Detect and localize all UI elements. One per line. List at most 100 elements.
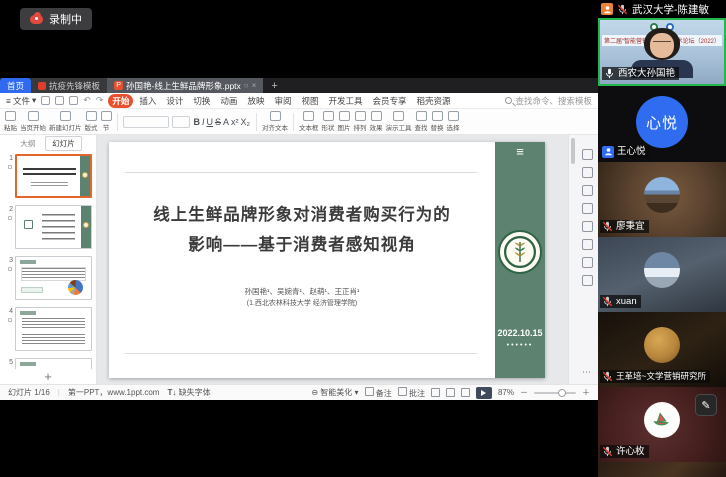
- pie-chart-thumbnail: [68, 280, 83, 295]
- tab-slides[interactable]: 幻灯片: [45, 136, 82, 151]
- slide-thumbnail-4[interactable]: [15, 307, 92, 351]
- redo-icon[interactable]: ↷: [96, 95, 104, 106]
- smart-beautify-button[interactable]: ⊖ 智能美化 ▾: [311, 387, 358, 398]
- participant-tile-2[interactable]: 心悦王心悦: [598, 86, 726, 162]
- current-slide[interactable]: 线上生鲜品牌形象对消费者购买行为的 影响——基于消费者感知视角 孙国艳¹、吴婉青…: [109, 142, 545, 378]
- menu-动画[interactable]: 动画: [216, 94, 241, 108]
- menu-会员专享[interactable]: 会员专享: [369, 94, 411, 108]
- toolbar-button-排列[interactable]: 排列: [354, 111, 367, 132]
- avatar: [644, 252, 680, 288]
- command-search[interactable]: 查找命令、搜索模板: [505, 95, 592, 107]
- more-tools-icon[interactable]: ⋯: [582, 367, 591, 378]
- format-B[interactable]: B: [193, 117, 202, 127]
- tool-icon-7[interactable]: [582, 275, 593, 286]
- participant-tile-partial[interactable]: [598, 462, 726, 477]
- menu-审阅[interactable]: 审阅: [270, 94, 295, 108]
- tool-icon-0[interactable]: [582, 149, 593, 160]
- font-name-input[interactable]: [123, 116, 169, 128]
- menu-设计[interactable]: 设计: [162, 94, 187, 108]
- participant-tile-3[interactable]: 廖秉宜: [598, 162, 726, 237]
- menu-切换[interactable]: 切换: [189, 94, 214, 108]
- tab-outline[interactable]: 大纲: [14, 137, 41, 150]
- participant-tile-6[interactable]: ✎许心枚: [598, 387, 726, 462]
- meeting-panel: 武汉大学-陈建敏第二届“智能营销学术论坛（2022）西农大孙国艳心悦王心悦廖秉宜…: [598, 0, 726, 477]
- tool-icon-1[interactable]: [582, 167, 593, 178]
- save-icon[interactable]: [41, 96, 50, 105]
- toolbar-button-图片[interactable]: 图片: [338, 111, 351, 132]
- menu-开始[interactable]: 开始: [108, 94, 133, 108]
- toolbar-button-演示工具[interactable]: 演示工具: [386, 111, 412, 132]
- format-S[interactable]: S: [214, 117, 222, 127]
- reading-view-icon[interactable]: [461, 388, 470, 397]
- toolbar-icon: [86, 111, 97, 121]
- menu-插入[interactable]: 插入: [135, 94, 160, 108]
- format-U[interactable]: U: [206, 117, 215, 127]
- tool-icon-5[interactable]: [582, 239, 593, 250]
- tool-icon-4[interactable]: [582, 221, 593, 232]
- annotation-pen-button[interactable]: ✎: [695, 394, 717, 416]
- close-tab-icon[interactable]: ×: [252, 81, 257, 90]
- zoom-out-button[interactable]: －: [520, 387, 528, 398]
- toolbar-button-当页开始[interactable]: 当页开始: [20, 111, 46, 132]
- align-text-button[interactable]: 对齐文本: [262, 111, 288, 132]
- slideshow-button[interactable]: [476, 387, 492, 399]
- thumbnail-row: 3: [4, 256, 92, 300]
- slide-thumbnail-2[interactable]: [15, 205, 92, 249]
- print-icon[interactable]: [69, 96, 78, 105]
- wheat-icon: [503, 235, 537, 269]
- font-size-input[interactable]: [172, 116, 190, 128]
- tab-home[interactable]: 首页: [0, 78, 31, 93]
- zoom-slider-knob[interactable]: [558, 389, 566, 397]
- format-X₂[interactable]: X₂: [240, 117, 252, 127]
- toolbar-button-粘贴[interactable]: 粘贴: [4, 111, 17, 132]
- comments-button[interactable]: 批注: [398, 387, 425, 399]
- menu-视图[interactable]: 视图: [297, 94, 322, 108]
- vertical-scrollbar[interactable]: [571, 138, 575, 164]
- slide-canvas[interactable]: 线上生鲜品牌形象对消费者购买行为的 影响——基于消费者感知视角 孙国艳¹、吴婉青…: [97, 135, 568, 384]
- toolbar-button-文本框[interactable]: 文本框: [299, 111, 319, 132]
- slide-thumbnail-1[interactable]: [15, 154, 92, 198]
- tool-icon-3[interactable]: [582, 203, 593, 214]
- format-A[interactable]: A: [222, 117, 230, 127]
- toolbar-button-版式[interactable]: 版式: [85, 111, 98, 132]
- normal-view-icon[interactable]: [431, 388, 440, 397]
- menu-稻壳资源[interactable]: 稻壳资源: [413, 94, 455, 108]
- participant-header[interactable]: 武汉大学-陈建敏: [598, 0, 726, 18]
- toolbar-button-选择[interactable]: 选择: [447, 111, 460, 132]
- toolbar-button-节[interactable]: 节: [101, 111, 112, 132]
- recording-badge[interactable]: 录制中: [20, 8, 92, 30]
- tab-docer-template[interactable]: 抗疫先锋模板: [31, 78, 107, 93]
- toolbar-icon: [416, 111, 427, 121]
- tool-icon-2[interactable]: [582, 185, 593, 196]
- menu-放映[interactable]: 放映: [243, 94, 268, 108]
- sorter-view-icon[interactable]: [446, 388, 455, 397]
- slide-title[interactable]: 线上生鲜品牌形象对消费者购买行为的 影响——基于消费者感知视角: [119, 200, 485, 260]
- zoom-level[interactable]: 87%: [498, 388, 514, 397]
- slide-thumbnail-3[interactable]: [15, 256, 92, 300]
- participant-tile-5[interactable]: 王革培~文学营销研究所: [598, 312, 726, 387]
- format-x²[interactable]: x²: [230, 117, 240, 127]
- thumbnail-row: 4: [4, 307, 92, 351]
- slide-affiliation[interactable]: (1.西北农林科技大学 经济管理学院): [119, 298, 485, 308]
- zoom-slider[interactable]: [534, 392, 576, 394]
- menu-开发工具[interactable]: 开发工具: [324, 94, 366, 108]
- undo-icon[interactable]: ↶: [83, 95, 91, 106]
- add-slide-button[interactable]: +: [0, 369, 96, 384]
- participant-tile-4[interactable]: xuan: [598, 237, 726, 312]
- new-tab-button[interactable]: +: [263, 78, 285, 93]
- tab-document[interactable]: P 孙国艳-线上生鲜品牌形象.pptx ○ ×: [107, 78, 263, 93]
- toolbar-button-效果[interactable]: 效果: [370, 111, 383, 132]
- toolbar-button-替换[interactable]: 替换: [431, 111, 444, 132]
- zoom-in-button[interactable]: ＋: [582, 387, 590, 398]
- file-menu[interactable]: ≡ 文件 ▾: [6, 95, 36, 107]
- notes-button[interactable]: 备注: [365, 387, 392, 399]
- toolbar-button-新建幻灯片[interactable]: 新建幻灯片: [49, 111, 82, 132]
- output-icon[interactable]: [55, 96, 64, 105]
- participant-tile-1[interactable]: 第二届“智能营销学术论坛（2022）西农大孙国艳: [598, 18, 726, 86]
- align-text-icon: [270, 111, 281, 121]
- toolbar-button-形状[interactable]: 形状: [322, 111, 335, 132]
- toolbar-button-查找[interactable]: 查找: [415, 111, 428, 132]
- tool-icon-6[interactable]: [582, 257, 593, 268]
- slide-authors[interactable]: 孙国艳¹、吴婉青¹、赵萌¹、王正肖¹: [119, 286, 485, 297]
- missing-font-warning[interactable]: T↓ 缺失字体: [167, 387, 210, 398]
